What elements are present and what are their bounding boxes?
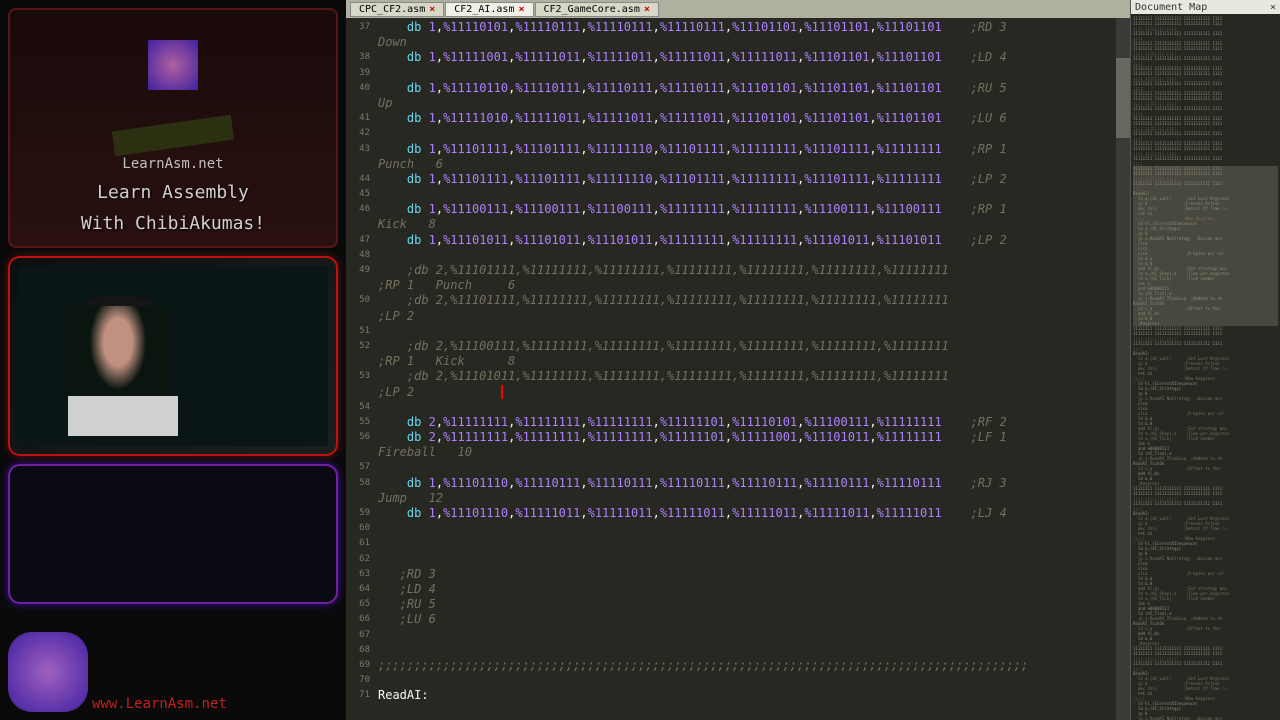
promo-sprite-icon: [148, 40, 198, 90]
document-map-content[interactable]: 11111111 11111111111 11111111111 1111111…: [1131, 14, 1280, 720]
promo-chip-graphic: [112, 115, 234, 156]
close-icon[interactable]: ×: [429, 4, 435, 15]
stream-overlay-panel: LearnAsm.net Learn Assembly With ChibiAk…: [0, 0, 346, 720]
vertical-scrollbar[interactable]: [1116, 18, 1130, 720]
promo-site-title: LearnAsm.net: [122, 156, 223, 172]
code-editor: CPC_CF2.asm× CF2_AI.asm× CF2_GameCore.as…: [346, 0, 1130, 720]
tab-bar: CPC_CF2.asm× CF2_AI.asm× CF2_GameCore.as…: [346, 0, 1130, 18]
promo-tagline-2: With ChibiAkumas!: [81, 213, 265, 234]
secondary-frame: [8, 464, 338, 604]
close-icon[interactable]: ×: [1270, 2, 1276, 13]
tab-cf2-gamecore[interactable]: CF2_GameCore.asm×: [535, 2, 659, 17]
promo-tagline-1: Learn Assembly: [97, 182, 249, 203]
close-icon[interactable]: ×: [518, 4, 524, 15]
close-icon[interactable]: ×: [644, 4, 650, 15]
webcam-frame: [8, 256, 338, 456]
document-map-header: Document Map ×: [1131, 0, 1280, 14]
webcam-feed: [18, 266, 328, 446]
mascot-sprite-icon: [8, 632, 88, 712]
code-content[interactable]: db 1,%11110101,%11110111,%11110111,%1111…: [374, 18, 1116, 720]
document-map-panel: Document Map × 11111111 11111111111 1111…: [1130, 0, 1280, 720]
promo-card: LearnAsm.net Learn Assembly With ChibiAk…: [8, 8, 338, 248]
mascot-corner: www.LearnAsm.net: [8, 632, 227, 712]
line-gutter: 3738394041424344454647484950515253545556…: [346, 18, 374, 720]
mascot-url: www.LearnAsm.net: [92, 696, 227, 712]
tab-cf2-ai[interactable]: CF2_AI.asm×: [445, 2, 533, 17]
scrollbar-thumb[interactable]: [1116, 58, 1130, 138]
tab-cpc-cf2[interactable]: CPC_CF2.asm×: [350, 2, 444, 17]
